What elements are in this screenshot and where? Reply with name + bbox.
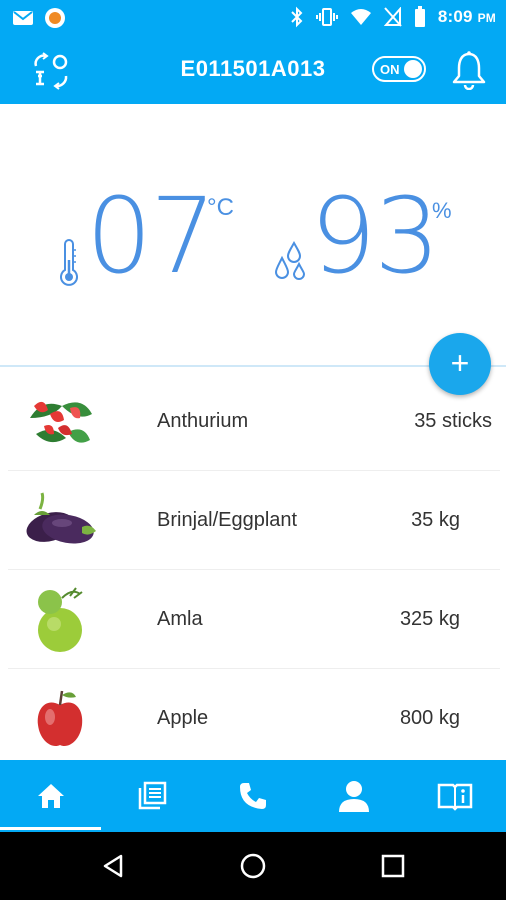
nav-profile[interactable] [303,760,404,832]
item-name: Anthurium [157,410,249,432]
home-icon [37,784,64,808]
app-notification-icon [45,8,65,28]
power-toggle-knob [404,60,422,78]
item-quantity: 800 kg [399,707,460,729]
bell-icon [452,51,486,91]
bluetooth-icon [291,6,303,28]
wifi-icon [350,9,371,25]
book-info-icon [437,783,472,811]
humidity-unit: % [432,198,452,223]
list-item[interactable]: Apple 800 kg [0,669,506,768]
bottom-navigation [0,760,506,832]
list-item[interactable]: Anthurium 35 sticks [0,372,506,471]
status-time-value: 8:09 [437,7,473,26]
list-icon [138,781,166,810]
item-quantity: 35 kg [411,509,460,531]
nav-home[interactable] [0,760,101,832]
back-icon [103,854,123,878]
back-button[interactable] [93,848,133,884]
vibrate-icon [315,8,338,26]
gmail-icon [13,11,33,25]
temperature-value: 07 [86,175,216,297]
circle-home-icon [240,853,266,879]
amla-image [38,587,83,652]
power-toggle-label: ON [380,62,400,77]
system-navigation-bar [0,832,506,900]
person-icon [338,781,369,812]
item-name: Amla [157,608,203,630]
item-quantity: 35 sticks [414,410,492,432]
list-item[interactable]: Amla 325 kg [0,570,506,669]
app-bar: E011501A013 ON [0,36,506,104]
device-id-title: E011501A013 [180,56,326,81]
item-name: Brinjal/Eggplant [157,509,298,531]
battery-icon [414,6,425,27]
commodity-list: Anthurium 35 sticks Brinjal/Eggplant 35 … [0,372,506,768]
list-item[interactable]: Brinjal/Eggplant 35 kg [0,471,506,570]
power-toggle[interactable]: ON [372,56,426,82]
recents-button[interactable] [373,848,413,884]
phone-icon [239,783,266,809]
status-time: 8:09 PM [438,7,496,27]
water-drops-icon [274,240,306,280]
status-bar: 8:09 PM [0,0,506,36]
status-ampm: PM [477,11,496,25]
humidity-value: 93 [310,175,440,297]
thermometer-icon [60,239,78,286]
item-quantity: 325 kg [399,608,460,630]
temperature-unit: °C [207,194,234,221]
nav-info[interactable] [404,760,505,832]
eggplant-image [26,492,96,544]
notifications-button[interactable] [451,50,487,91]
home-system-button[interactable] [233,848,273,884]
readings-panel: 07 °C 93 % [0,104,506,366]
no-signal-icon [383,7,402,27]
add-item-button[interactable]: + [429,333,491,395]
nav-list[interactable] [101,760,202,832]
anthurium-image [30,401,92,443]
nav-phone[interactable] [202,760,303,832]
square-recents-icon [381,854,405,878]
item-name: Apple [157,707,209,729]
apple-image [37,690,83,747]
